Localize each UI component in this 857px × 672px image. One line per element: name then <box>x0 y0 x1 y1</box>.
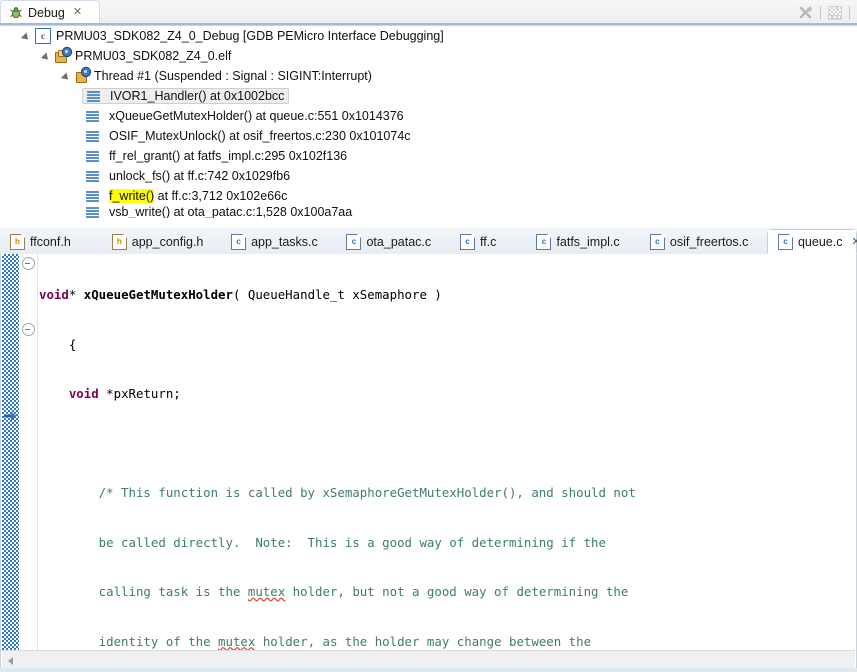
debug-view-toolbar <box>795 0 853 25</box>
tab-app-config-h[interactable]: h app_config.h <box>102 229 221 254</box>
stack-frame-label: xQueueGetMutexHolder() at queue.c:551 0x… <box>109 109 404 123</box>
tab-label: ota_patac.c <box>366 234 432 249</box>
tree-item-label: Thread #1 (Suspended : Signal : SIGINT:I… <box>94 69 372 83</box>
stack-frame-row-f-write[interactable]: f_write() at ff.c:3,712 0x102e66c <box>0 186 857 206</box>
stack-frame-icon <box>86 150 99 162</box>
close-icon[interactable]: ✕ <box>73 7 82 18</box>
tab-app-tasks-c[interactable]: c app_tasks.c <box>221 229 336 254</box>
stack-frame-icon <box>86 206 99 218</box>
stack-frame-label-rest: at ff.c:3,712 0x102e66c <box>154 189 288 203</box>
horizontal-scrollbar[interactable] <box>2 650 855 670</box>
launch-config-icon: c <box>35 28 51 44</box>
selection-box: IVOR1_Handler() at 0x1002bcc <box>82 88 290 104</box>
stack-frame-icon <box>87 90 100 102</box>
code-line: /* This function is called by xSemaphore… <box>39 485 636 500</box>
tab-ota-patac-c[interactable]: c ota_patac.c <box>336 229 449 254</box>
c-file-icon: c <box>777 233 793 250</box>
editor-area: h ffconf.h h app_config.h c app_tasks.c … <box>0 228 857 672</box>
disconnect-icon[interactable] <box>795 2 817 24</box>
eclipse-debug-perspective: Debug ✕ c PRMU03_SDK082_Z4_0_Debug [GDB … <box>0 0 857 672</box>
c-file-icon: c <box>231 233 247 250</box>
code-line: void* xQueueGetMutexHolder( QueueHandle_… <box>39 287 442 302</box>
tab-label: app_config.h <box>131 234 204 249</box>
stack-frame-icon <box>86 190 99 202</box>
header-file-icon: h <box>10 233 25 250</box>
tab-label: ffconf.h <box>30 234 71 249</box>
c-file-icon: c <box>346 233 362 250</box>
search-highlight: f_write() <box>109 189 155 203</box>
tab-label: osif_freertos.c <box>669 234 749 249</box>
close-icon[interactable]: ✕ <box>851 235 857 248</box>
stack-frame-icon <box>86 110 99 122</box>
tab-label: fatfs_impl.c <box>556 234 620 249</box>
tree-item-thread[interactable]: Thread #1 (Suspended : Signal : SIGINT:I… <box>0 66 857 86</box>
view-menu-icon[interactable] <box>824 2 846 24</box>
c-file-icon: c <box>649 233 665 250</box>
instruction-pointer-icon <box>3 409 18 423</box>
tab-ff-c[interactable]: c ff.c <box>450 229 526 254</box>
stack-frame-icon <box>86 170 99 182</box>
code-editor[interactable]: void* xQueueGetMutexHolder( QueueHandle_… <box>0 254 857 672</box>
tabbar-accent-underline <box>0 23 857 25</box>
stack-frame-label: vsb_write() at ota_patac.c:1,528 0x100a7… <box>109 206 353 218</box>
tree-item-launch-config[interactable]: c PRMU03_SDK082_Z4_0_Debug [GDB PEMicro … <box>0 26 857 46</box>
tab-label: queue.c <box>797 234 843 249</box>
stack-frame-row-osif-mutexunlock[interactable]: OSIF_MutexUnlock() at osif_freertos.c:23… <box>0 126 857 146</box>
bug-icon <box>9 6 23 20</box>
tree-item-label: PRMU03_SDK082_Z4_0.elf <box>75 49 232 63</box>
code-line: calling task is the mutex holder, but no… <box>39 584 629 599</box>
stack-frame-icon <box>86 130 99 142</box>
stack-frame-label: ff_rel_grant() at fatfs_impl.c:295 0x102… <box>109 149 348 163</box>
stack-frame-label: f_write() at ff.c:3,712 0x102e66c <box>109 189 287 203</box>
fold-collapse-icon[interactable] <box>22 323 35 336</box>
stack-frame-row-ff-rel-grant[interactable]: ff_rel_grant() at fatfs_impl.c:295 0x102… <box>0 146 857 166</box>
expand-arrow-icon[interactable] <box>22 31 33 42</box>
code-line: { <box>39 336 77 352</box>
code-text[interactable]: void* xQueueGetMutexHolder( QueueHandle_… <box>37 254 856 651</box>
c-file-icon: c <box>459 233 475 250</box>
tab-label: ff.c <box>479 234 497 249</box>
tab-fatfs-impl-c[interactable]: c fatfs_impl.c <box>526 229 639 254</box>
process-icon <box>55 48 71 63</box>
window-bottom-edge <box>0 668 857 672</box>
code-line: void *pxReturn; <box>68 386 181 401</box>
fold-collapse-icon[interactable] <box>22 257 35 270</box>
tab-osif-freertos-c[interactable]: c osif_freertos.c <box>640 229 767 254</box>
debug-view: Debug ✕ c PRMU03_SDK082_Z4_0_Debug [GDB … <box>0 0 857 228</box>
tab-debug[interactable]: Debug ✕ <box>0 0 100 25</box>
stack-frame-label: OSIF_MutexUnlock() at osif_freertos.c:23… <box>109 129 411 143</box>
stack-frame-row-xqueuegetmutexholder[interactable]: xQueueGetMutexHolder() at queue.c:551 0x… <box>0 106 857 126</box>
code-line: be called directly. Note: This is a good… <box>39 534 606 550</box>
tab-label: app_tasks.c <box>251 234 318 249</box>
stack-frame-row-ivor1-handler[interactable]: IVOR1_Handler() at 0x1002bcc <box>0 86 857 106</box>
expand-arrow-icon[interactable] <box>42 51 53 62</box>
expand-arrow-icon[interactable] <box>62 71 73 82</box>
c-file-icon: c <box>536 233 552 250</box>
header-file-icon: h <box>111 233 127 250</box>
toolbar-separator-2 <box>849 5 850 20</box>
stack-frame-label: unlock_fs() at ff.c:742 0x1029fb6 <box>109 169 291 183</box>
folding-gutter[interactable] <box>19 254 38 651</box>
tree-item-process[interactable]: PRMU03_SDK082_Z4_0.elf <box>0 46 857 66</box>
tree-item-label: PRMU03_SDK082_Z4_0_Debug [GDB PEMicro In… <box>56 29 444 43</box>
scroll-left-arrow-icon[interactable] <box>2 652 19 669</box>
code-line: identity of the mutex holder, as the hol… <box>39 633 592 649</box>
editor-tabbar: h ffconf.h h app_config.h c app_tasks.c … <box>0 228 857 255</box>
debug-tab-label: Debug <box>28 5 65 20</box>
debug-view-tabbar: Debug ✕ <box>0 0 857 26</box>
toolbar-separator <box>820 5 821 20</box>
tab-ffconf-h[interactable]: h ffconf.h <box>0 229 102 254</box>
change-ruler <box>2 254 19 651</box>
stack-frame-label: IVOR1_Handler() at 0x1002bcc <box>110 89 285 103</box>
thread-icon <box>75 68 90 83</box>
stack-frame-row-unlock-fs[interactable]: unlock_fs() at ff.c:742 0x1029fb6 <box>0 166 857 186</box>
tab-queue-c[interactable]: c queue.c ✕ <box>766 229 857 254</box>
stack-frame-row-vsb-write[interactable]: vsb_write() at ota_patac.c:1,528 0x100a7… <box>0 206 857 218</box>
debug-stack-tree[interactable]: c PRMU03_SDK082_Z4_0_Debug [GDB PEMicro … <box>0 26 857 228</box>
